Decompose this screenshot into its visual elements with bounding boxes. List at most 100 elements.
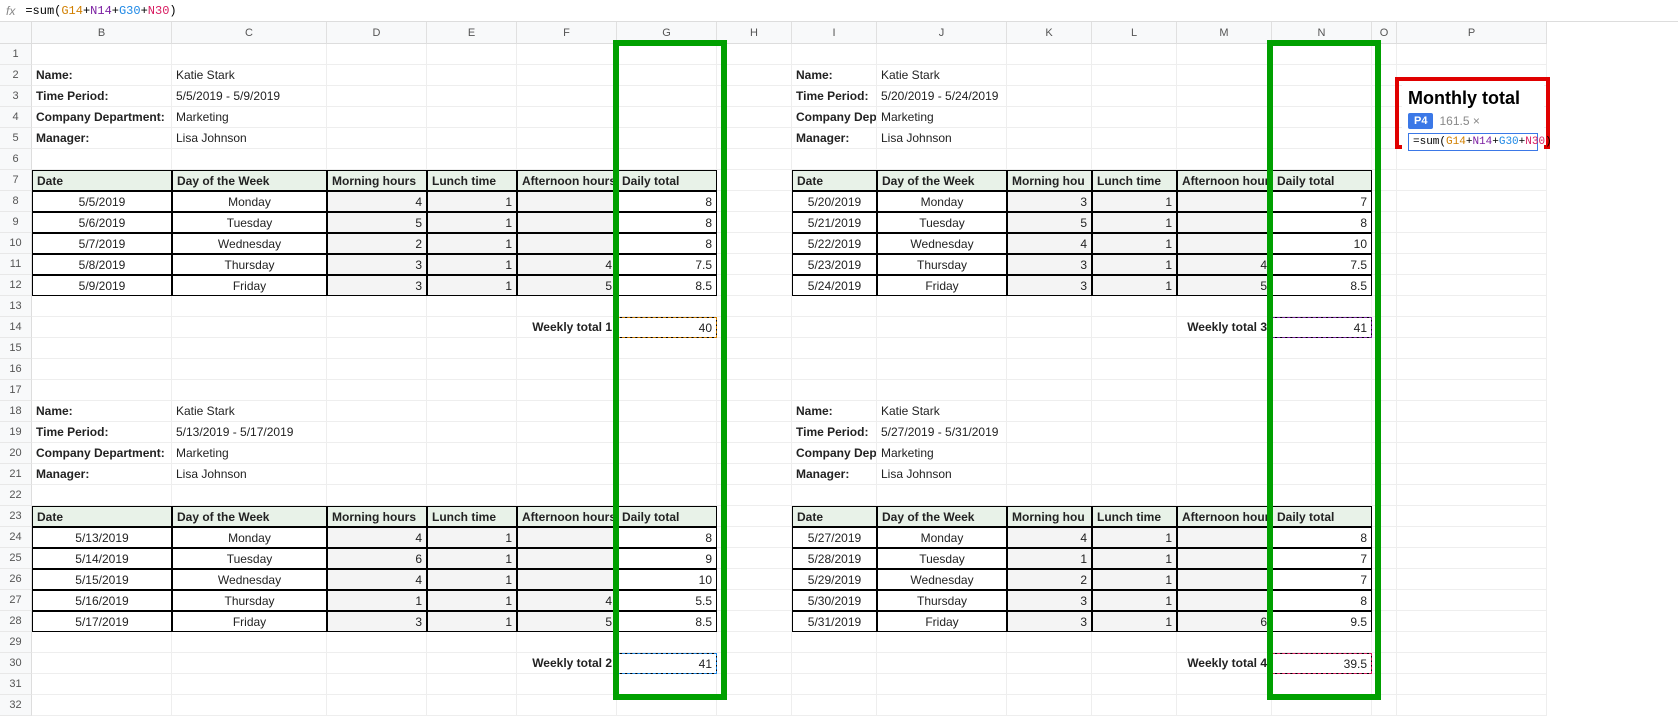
cell[interactable]: Company Department:	[32, 107, 172, 128]
cell[interactable]: 1	[1092, 212, 1177, 233]
cell[interactable]	[617, 422, 717, 443]
cell[interactable]: 7.5	[1272, 254, 1372, 275]
cell[interactable]: Name:	[792, 401, 877, 422]
cell[interactable]	[1372, 590, 1397, 611]
cell[interactable]	[517, 149, 617, 170]
cell[interactable]	[1372, 569, 1397, 590]
cell[interactable]	[1372, 611, 1397, 632]
cell[interactable]	[1397, 338, 1547, 359]
cell[interactable]: Weekly total 4	[1177, 653, 1272, 674]
cell[interactable]	[1177, 128, 1272, 149]
cell[interactable]: Afternoon hour	[1177, 170, 1272, 191]
cell[interactable]: 4	[1007, 527, 1092, 548]
row-header[interactable]: 7	[0, 170, 32, 191]
cell[interactable]: 8	[1272, 590, 1372, 611]
cell[interactable]	[717, 212, 792, 233]
cell[interactable]: 6	[327, 548, 427, 569]
cell[interactable]	[1092, 443, 1177, 464]
cell[interactable]: 1	[1092, 254, 1177, 275]
cell[interactable]: Company Dep	[792, 107, 877, 128]
cell[interactable]: 5	[1007, 212, 1092, 233]
cell[interactable]: 1	[427, 548, 517, 569]
cell[interactable]	[617, 443, 717, 464]
cell[interactable]: Time Period:	[792, 86, 877, 107]
cell[interactable]: 5/13/2019	[32, 527, 172, 548]
cell[interactable]	[1007, 296, 1092, 317]
cell[interactable]	[1372, 464, 1397, 485]
cell[interactable]: Company Dep	[792, 443, 877, 464]
cell[interactable]	[1007, 422, 1092, 443]
cell[interactable]: 5/20/2019	[792, 191, 877, 212]
cell[interactable]: 3	[327, 254, 427, 275]
cell[interactable]	[1177, 233, 1272, 254]
cell[interactable]	[327, 86, 427, 107]
cell[interactable]: 5/15/2019	[32, 569, 172, 590]
cell[interactable]: Manager:	[32, 464, 172, 485]
cell[interactable]	[1177, 464, 1272, 485]
cell[interactable]	[1272, 86, 1372, 107]
cell[interactable]: 5/21/2019	[792, 212, 877, 233]
cell[interactable]	[172, 653, 327, 674]
cell[interactable]	[1007, 380, 1092, 401]
cell[interactable]: Katie Stark	[877, 65, 1007, 86]
cell[interactable]	[1177, 149, 1272, 170]
cell[interactable]	[877, 380, 1007, 401]
cell[interactable]	[427, 128, 517, 149]
cell[interactable]	[427, 44, 517, 65]
cell[interactable]	[1372, 653, 1397, 674]
cell[interactable]	[1397, 527, 1547, 548]
cell[interactable]	[717, 128, 792, 149]
cell[interactable]	[1092, 107, 1177, 128]
cell[interactable]	[1397, 191, 1547, 212]
cell[interactable]	[327, 632, 427, 653]
cell[interactable]: 1	[1092, 527, 1177, 548]
row-header[interactable]: 12	[0, 275, 32, 296]
cell[interactable]: 7	[1272, 191, 1372, 212]
cell[interactable]	[327, 695, 427, 716]
cell[interactable]: Monday	[877, 527, 1007, 548]
cell[interactable]: 5/7/2019	[32, 233, 172, 254]
cell[interactable]: Monday	[172, 191, 327, 212]
cell[interactable]	[717, 317, 792, 338]
cell[interactable]	[327, 107, 427, 128]
cell[interactable]	[792, 149, 877, 170]
cell[interactable]	[1372, 506, 1397, 527]
cell[interactable]	[427, 422, 517, 443]
cell[interactable]: 3	[327, 611, 427, 632]
cell[interactable]: 1	[1007, 548, 1092, 569]
cell[interactable]	[427, 632, 517, 653]
row-header[interactable]: 11	[0, 254, 32, 275]
cell[interactable]	[1092, 422, 1177, 443]
cell[interactable]: 5/6/2019	[32, 212, 172, 233]
cell[interactable]	[717, 464, 792, 485]
cell[interactable]: 10	[617, 569, 717, 590]
cell[interactable]: 2	[327, 233, 427, 254]
cell[interactable]: Date	[792, 506, 877, 527]
cell[interactable]: 9	[617, 548, 717, 569]
cell[interactable]	[717, 443, 792, 464]
cell[interactable]	[172, 485, 327, 506]
cell[interactable]	[427, 380, 517, 401]
cell[interactable]: 8	[617, 527, 717, 548]
cell[interactable]	[32, 44, 172, 65]
cell[interactable]	[1177, 569, 1272, 590]
cell[interactable]	[172, 632, 327, 653]
cell[interactable]	[1007, 695, 1092, 716]
cell[interactable]	[1272, 44, 1372, 65]
cell[interactable]	[717, 632, 792, 653]
cell[interactable]	[172, 359, 327, 380]
cell[interactable]: 3	[1007, 275, 1092, 296]
cell[interactable]: 5/23/2019	[792, 254, 877, 275]
cell[interactable]	[1397, 464, 1547, 485]
cell[interactable]: Time Period:	[32, 86, 172, 107]
cell[interactable]	[1007, 317, 1092, 338]
row-header[interactable]: 31	[0, 674, 32, 695]
cell[interactable]	[1092, 653, 1177, 674]
cell[interactable]: Lunch time	[1092, 170, 1177, 191]
cell[interactable]: 1	[427, 527, 517, 548]
cell[interactable]	[1007, 128, 1092, 149]
cell[interactable]	[1092, 401, 1177, 422]
cell[interactable]: 7	[1272, 569, 1372, 590]
row-header[interactable]: 16	[0, 359, 32, 380]
cell[interactable]	[427, 296, 517, 317]
